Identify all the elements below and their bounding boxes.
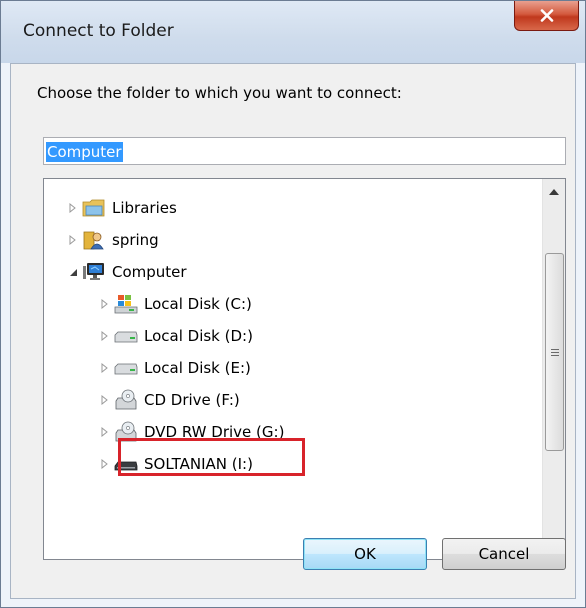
collapse-arrow-icon[interactable] <box>64 268 82 277</box>
hard-drive-icon <box>114 357 138 379</box>
ok-button[interactable]: OK <box>303 538 427 570</box>
tree-item-libraries[interactable]: Libraries <box>64 195 177 221</box>
expand-arrow-icon[interactable] <box>96 395 114 405</box>
user-folder-icon <box>82 229 106 251</box>
tree-item-label: Computer <box>112 263 187 281</box>
folder-tree[interactable]: Libraries spring Computer Local Disk (C:… <box>43 178 566 560</box>
system-drive-icon <box>114 293 138 315</box>
tree-item-label: Local Disk (C:) <box>144 295 252 313</box>
tree-item-label: CD Drive (F:) <box>144 391 240 409</box>
expand-arrow-icon[interactable] <box>96 299 114 309</box>
folder-input-selected-text: Computer <box>46 142 123 162</box>
scroll-grip-icon <box>550 348 559 356</box>
tree-item-local-disk-e[interactable]: Local Disk (E:) <box>96 355 251 381</box>
tree-item-label: Libraries <box>112 199 177 217</box>
tree-item-cd-drive-f[interactable]: CD Drive (F:) <box>96 387 240 413</box>
tree-item-label: Local Disk (D:) <box>144 327 253 345</box>
dialog-client-area: Choose the folder to which you want to c… <box>10 63 576 599</box>
libraries-icon <box>82 197 106 219</box>
close-icon <box>540 9 553 22</box>
annotation-highlight-box <box>118 438 305 476</box>
cd-drive-icon <box>114 389 138 411</box>
expand-arrow-icon[interactable] <box>96 331 114 341</box>
title-bar[interactable]: Connect to Folder <box>1 1 585 63</box>
expand-arrow-icon[interactable] <box>96 459 114 469</box>
vertical-scrollbar[interactable] <box>542 179 565 559</box>
expand-arrow-icon[interactable] <box>96 427 114 437</box>
computer-icon <box>82 261 106 283</box>
cancel-button[interactable]: Cancel <box>442 538 566 570</box>
scroll-up-arrow-icon <box>549 189 559 195</box>
hard-drive-icon <box>114 325 138 347</box>
tree-item-spring[interactable]: spring <box>64 227 159 253</box>
tree-item-label: spring <box>112 231 159 249</box>
close-button[interactable] <box>514 1 579 31</box>
dialog-prompt: Choose the folder to which you want to c… <box>37 84 402 102</box>
expand-arrow-icon[interactable] <box>96 363 114 373</box>
window-title: Connect to Folder <box>23 21 174 41</box>
expand-arrow-icon[interactable] <box>64 235 82 245</box>
tree-item-computer[interactable]: Computer <box>64 259 187 285</box>
connect-to-folder-dialog: Connect to Folder Choose the folder to w… <box>0 0 586 608</box>
tree-item-label: Local Disk (E:) <box>144 359 251 377</box>
tree-item-local-disk-d[interactable]: Local Disk (D:) <box>96 323 253 349</box>
scroll-up-button[interactable] <box>543 181 565 203</box>
scrollbar-thumb[interactable] <box>545 253 564 451</box>
tree-item-local-disk-c[interactable]: Local Disk (C:) <box>96 291 252 317</box>
expand-arrow-icon[interactable] <box>64 203 82 213</box>
